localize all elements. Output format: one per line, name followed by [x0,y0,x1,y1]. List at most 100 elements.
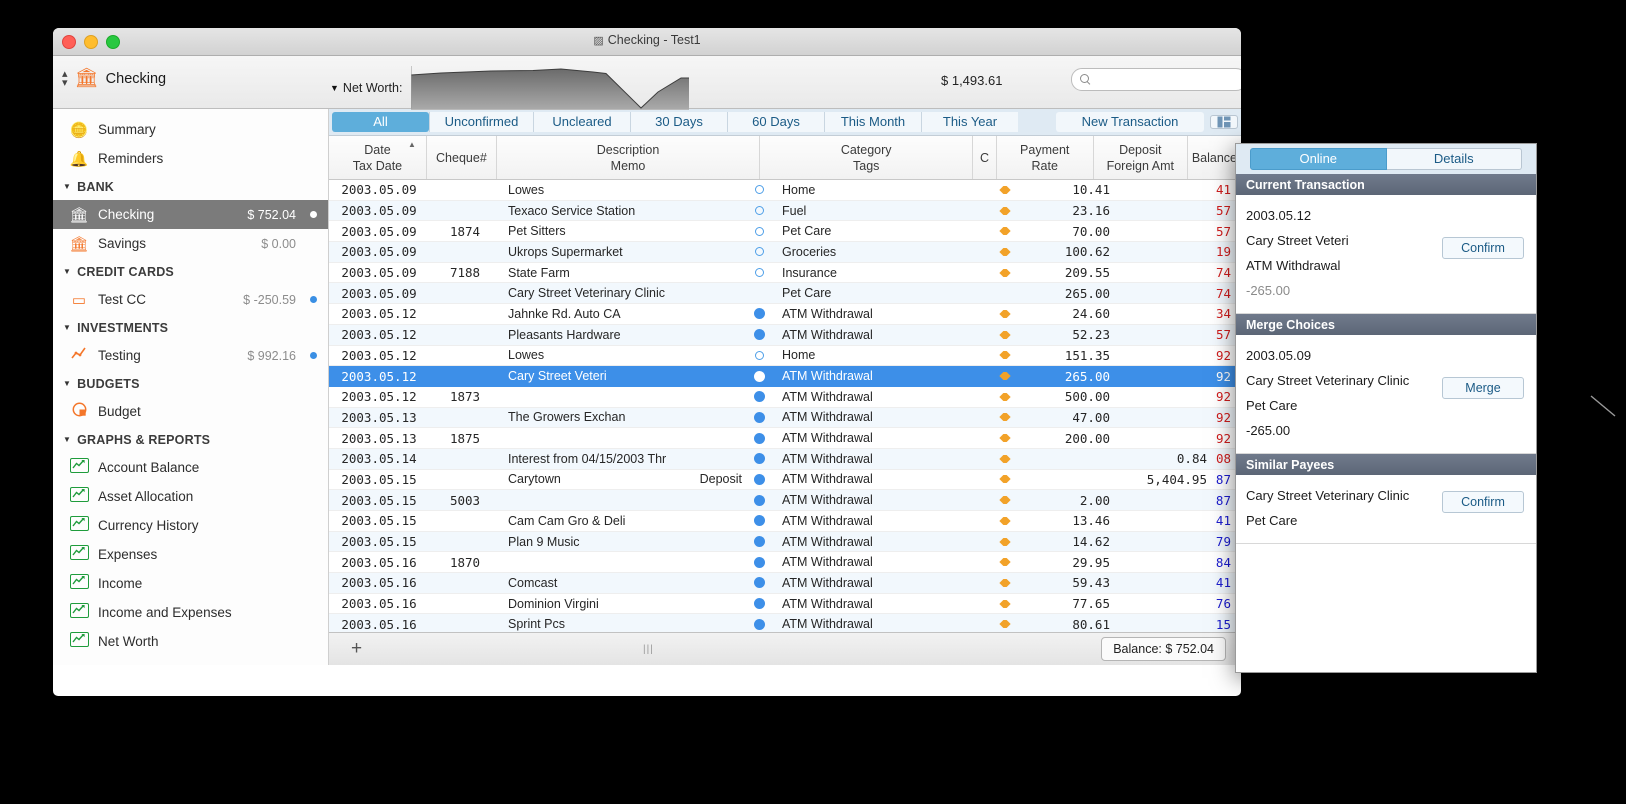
table-row[interactable]: 2003.05.091874Pet SittersPet Care70.00−1… [329,221,1241,243]
cell-status-flag[interactable] [746,453,773,465]
sidebar-item-summary[interactable]: 🪙 Summary [53,115,328,144]
unconfirmed-ring-icon[interactable] [755,268,764,278]
cell-cleared[interactable] [993,372,1017,381]
uncleared-diamond-icon[interactable] [999,392,1011,401]
sidebar-group-bank[interactable]: ▼ BANK [53,173,328,200]
sidebar-item-savings[interactable]: 🏛 Savings $ 0.00 [53,229,328,258]
sidebar-item-net-worth[interactable]: Net Worth [53,627,328,656]
confirm-similar-payee-button[interactable]: Confirm [1442,491,1524,513]
tab-unconfirmed[interactable]: Unconfirmed [429,112,533,132]
cell-cleared[interactable] [993,578,1017,587]
confirmed-dot-icon[interactable] [754,411,765,423]
tab-this-month[interactable]: This Month [824,112,921,132]
sidebar-item-reminders[interactable]: 🔔 Reminders [53,144,328,173]
cell-status-flag[interactable] [746,391,773,403]
cell-cleared[interactable] [993,247,1017,256]
cell-cleared[interactable] [993,475,1017,484]
table-row[interactable]: 2003.05.09 Texaco Service Station Fuel 23.1… [329,200,1241,222]
column-header-date[interactable]: Date Tax Date ▲ [329,136,426,179]
inspector-tab-online[interactable]: Online [1250,148,1387,170]
sidebar-group-credit-cards[interactable]: ▼ CREDIT CARDS [53,258,328,285]
uncleared-diamond-icon[interactable] [999,309,1011,318]
table-row[interactable]: 2003.05.13 The Growers Exchan ATM Withdraw… [329,407,1241,429]
uncleared-diamond-icon[interactable] [999,578,1011,587]
unconfirmed-ring-icon[interactable] [755,226,764,236]
cell-cleared[interactable] [993,537,1017,546]
cell-cleared[interactable] [993,620,1017,629]
uncleared-diamond-icon[interactable] [999,516,1011,525]
table-row[interactable]: 2003.05.15 Cam Cam Gro & Deli ATM Withdraw… [329,511,1241,532]
table-row[interactable]: 2003.05.12LowesHome151.35−906.92 [329,346,1241,367]
uncleared-diamond-icon[interactable] [999,475,1011,484]
column-header-c[interactable]: C [972,136,996,179]
confirmed-dot-icon[interactable] [754,473,765,485]
confirmed-dot-icon[interactable] [754,494,765,506]
new-transaction-button[interactable]: New Transaction [1056,112,1204,132]
table-row[interactable]: 2003.05.097188State FarmInsurance209.55−… [329,263,1241,284]
confirmed-dot-icon[interactable] [754,577,765,589]
cell-cleared[interactable] [993,392,1017,401]
confirmed-dot-icon[interactable] [754,453,765,465]
cell-status-flag[interactable] [746,329,773,341]
unconfirmed-ring-icon[interactable] [755,350,764,360]
table-row[interactable]: 2003.05.16ComcastATM Withdrawal59.433,36… [329,573,1241,594]
confirmed-dot-icon[interactable] [754,536,765,548]
sidebar-item-currency-history[interactable]: Currency History [53,511,328,540]
uncleared-diamond-icon[interactable] [999,247,1011,256]
uncleared-diamond-icon[interactable] [999,206,1011,215]
tab-60-days[interactable]: 60 Days [727,112,824,132]
sidebar-group-budgets[interactable]: ▼ BUDGETS [53,370,328,397]
unconfirmed-ring-icon[interactable] [755,206,764,216]
search-box[interactable] [1071,68,1241,91]
confirmed-dot-icon[interactable] [754,370,765,382]
cell-status-flag[interactable] [746,556,773,568]
uncleared-diamond-icon[interactable] [999,620,1011,629]
search-input[interactable] [1084,72,1241,87]
confirmed-dot-icon[interactable] [754,515,765,527]
tab-30-days[interactable]: 30 Days [630,112,727,132]
uncleared-diamond-icon[interactable] [999,413,1011,422]
cell-status-flag[interactable] [746,268,773,278]
cell-status-flag[interactable] [746,536,773,548]
cell-cleared[interactable] [993,309,1017,318]
table-row[interactable]: 2003.05.09 Ukrops Supermarket Groceries 100… [329,242,1241,263]
confirmed-dot-icon[interactable] [754,391,765,403]
networth-widget[interactable]: ▼ Net Worth: [330,66,690,110]
cell-cleared[interactable] [993,434,1017,443]
uncleared-diamond-icon[interactable] [999,599,1011,608]
cell-cleared[interactable] [993,206,1017,215]
uncleared-diamond-icon[interactable] [999,496,1011,505]
table-row[interactable]: 2003.05.14 Interest from 04/15/2003 Thr AT… [329,448,1241,470]
table-row[interactable]: 2003.05.155003ATM Withdrawal2.003,484.87 [329,490,1241,511]
uncleared-diamond-icon[interactable] [999,558,1011,567]
table-row[interactable]: 2003.05.15 Plan 9 Music ATM Withdrawal 14.6… [329,531,1241,553]
sidebar-item-asset-allocation[interactable]: Asset Allocation [53,482,328,511]
sidebar-group-graphs-reports[interactable]: ▼ GRAPHS & REPORTS [53,426,328,453]
cell-cleared[interactable] [993,185,1017,194]
cell-cleared[interactable] [993,268,1017,277]
confirmed-dot-icon[interactable] [754,618,765,630]
cell-status-flag[interactable] [746,247,773,257]
cell-status-flag[interactable] [746,226,773,236]
uncleared-diamond-icon[interactable] [999,434,1011,443]
cell-status-flag[interactable] [746,370,773,382]
cell-status-flag[interactable] [746,350,773,360]
cell-cleared[interactable] [993,413,1017,422]
sidebar-item-account-balance[interactable]: Account Balance [53,453,328,482]
column-header-description[interactable]: Description Memo [495,136,759,179]
add-transaction-button[interactable]: + [351,639,362,658]
split-resize-handle[interactable]: ||| [643,644,654,655]
sidebar-item-income[interactable]: Income [53,569,328,598]
sidebar-item-checking[interactable]: 🏛 Checking $ 752.04 [53,200,328,229]
cell-status-flag[interactable] [746,598,773,610]
cell-status-flag[interactable] [746,577,773,589]
cell-status-flag[interactable] [746,432,773,444]
account-popup-button[interactable]: ▴ ▾ 🏛 Checking [62,68,166,88]
sidebar-item-test-cc[interactable]: ▭ Test CC $ -250.59 [53,285,328,314]
column-header-deposit[interactable]: Deposit Foreign Amt [1092,136,1187,179]
table-row[interactable]: 2003.05.12 Pleasants Hardware ATM Withdraw… [329,324,1241,346]
cell-cleared[interactable] [993,351,1017,360]
confirm-current-transaction-button[interactable]: Confirm [1442,237,1524,259]
uncleared-diamond-icon[interactable] [999,537,1011,546]
table-row[interactable]: 2003.05.12 Jahnke Rd. Auto CA ATM Withdraw… [329,304,1241,325]
